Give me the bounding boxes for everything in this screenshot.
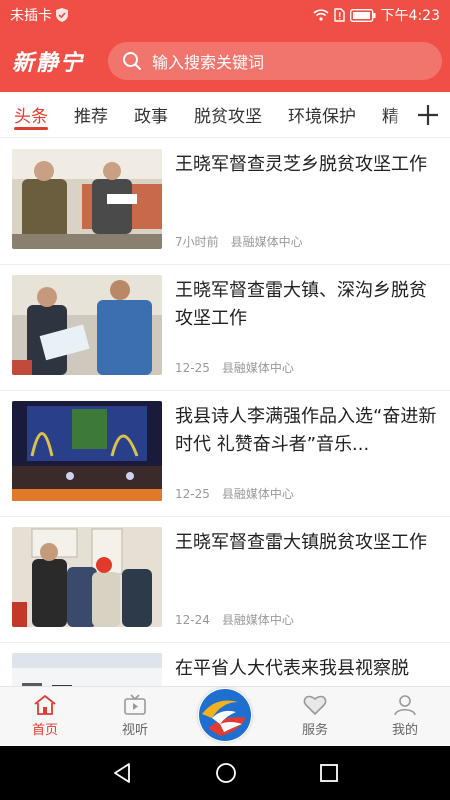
app-emblem-icon bbox=[199, 689, 251, 741]
news-time: 12-24 bbox=[175, 613, 210, 627]
news-item[interactable]: 我县诗人李满强作品入选“奋进新时代 礼赞奋斗者”音乐... 12-25 县融媒体中… bbox=[0, 391, 450, 517]
news-source: 县融媒体中心 bbox=[221, 487, 294, 501]
center-logo-button[interactable] bbox=[198, 688, 252, 742]
news-meta: 12-24 县融媒体中心 bbox=[175, 611, 294, 628]
carrier-label: 未插卡 bbox=[10, 8, 52, 24]
news-time: 7小时前 bbox=[175, 235, 219, 249]
recents-icon[interactable] bbox=[319, 763, 339, 783]
shield-icon bbox=[56, 8, 68, 22]
news-meta: 7小时前 县融媒体中心 bbox=[175, 233, 303, 250]
news-meta: 12-25 县融媒体中心 bbox=[175, 359, 294, 376]
news-time: 12-25 bbox=[175, 487, 210, 501]
app-logo: 新静宁 bbox=[12, 50, 85, 76]
news-source: 县融媒体中心 bbox=[221, 361, 294, 375]
news-item[interactable]: 在平省人大代表来我县视察脱 bbox=[0, 643, 450, 686]
app-header: 新静宁 输入搜索关键词 bbox=[0, 30, 450, 92]
home-circle-icon[interactable] bbox=[215, 762, 237, 784]
tab-poverty[interactable]: 脱贫攻坚 bbox=[194, 92, 262, 137]
news-source: 县融媒体中心 bbox=[230, 235, 303, 249]
search-input[interactable]: 输入搜索关键词 bbox=[108, 42, 442, 80]
nav-media-label: 视听 bbox=[121, 723, 148, 738]
channel-tabs: 头条 推荐 政事 脱贫攻坚 环境保护 精 bbox=[0, 92, 450, 138]
home-icon bbox=[34, 694, 56, 715]
sim-alert-icon bbox=[333, 8, 345, 22]
news-item[interactable]: 王晓军督查雷大镇脱贫攻坚工作 12-24 县融媒体中心 bbox=[0, 517, 450, 643]
tab-politics[interactable]: 政事 bbox=[134, 92, 168, 137]
news-source: 县融媒体中心 bbox=[221, 613, 294, 627]
nav-service-label: 服务 bbox=[301, 723, 328, 738]
nav-media[interactable]: 视听 bbox=[90, 687, 180, 746]
news-thumbnail bbox=[12, 149, 162, 249]
news-item[interactable]: 王晓军督查灵芝乡脱贫攻坚工作 7小时前 县融媒体中心 bbox=[0, 139, 450, 265]
nav-mine[interactable]: 我的 bbox=[360, 687, 450, 746]
tab-recommend[interactable]: 推荐 bbox=[74, 92, 108, 137]
search-placeholder: 输入搜索关键词 bbox=[152, 53, 265, 72]
battery-icon bbox=[349, 8, 376, 22]
user-icon bbox=[394, 695, 416, 716]
wifi-icon bbox=[312, 9, 329, 21]
plus-icon bbox=[418, 105, 438, 125]
tab-partial[interactable]: 精 bbox=[382, 92, 399, 137]
nav-home[interactable]: 首页 bbox=[0, 687, 90, 746]
add-channel-button[interactable] bbox=[406, 92, 450, 137]
news-title: 王晓军督查雷大镇脱贫攻坚工作 bbox=[175, 532, 427, 553]
app-screen: 未插卡 下午4:23 新静宁 输入搜索关键词 头条 推荐 政事 脱贫攻坚 环境保… bbox=[0, 0, 450, 800]
clock-label: 下午4:23 bbox=[380, 8, 440, 24]
heart-icon bbox=[303, 695, 327, 716]
news-title: 在平省人大代表来我县视察脱 bbox=[175, 658, 409, 679]
tab-headlines[interactable]: 头条 bbox=[14, 92, 48, 137]
news-thumbnail bbox=[12, 653, 162, 686]
news-title: 王晓军督查雷大镇、深沟乡脱贫攻坚工作 bbox=[175, 280, 427, 329]
status-bar: 未插卡 下午4:23 bbox=[0, 0, 450, 30]
back-icon[interactable] bbox=[111, 762, 133, 784]
news-title: 我县诗人李满强作品入选“奋进新时代 礼赞奋斗者”音乐... bbox=[175, 406, 437, 455]
nav-home-label: 首页 bbox=[31, 723, 58, 738]
system-nav-bar bbox=[0, 746, 450, 800]
nav-service[interactable]: 服务 bbox=[270, 687, 360, 746]
news-time: 12-25 bbox=[175, 361, 210, 375]
nav-mine-label: 我的 bbox=[391, 723, 418, 738]
news-feed: 王晓军督查灵芝乡脱贫攻坚工作 7小时前 县融媒体中心 王晓军督查雷大镇、深沟乡脱贫… bbox=[0, 139, 450, 686]
news-meta: 12-25 县融媒体中心 bbox=[175, 485, 294, 502]
news-title: 王晓军督查灵芝乡脱贫攻坚工作 bbox=[175, 154, 427, 175]
news-item[interactable]: 王晓军督查雷大镇、深沟乡脱贫攻坚工作 12-25 县融媒体中心 bbox=[0, 265, 450, 391]
tv-icon bbox=[124, 694, 146, 715]
search-icon bbox=[123, 52, 141, 70]
news-thumbnail bbox=[12, 401, 162, 501]
news-thumbnail bbox=[12, 527, 162, 627]
news-thumbnail bbox=[12, 275, 162, 375]
tab-environment[interactable]: 环境保护 bbox=[288, 92, 356, 137]
